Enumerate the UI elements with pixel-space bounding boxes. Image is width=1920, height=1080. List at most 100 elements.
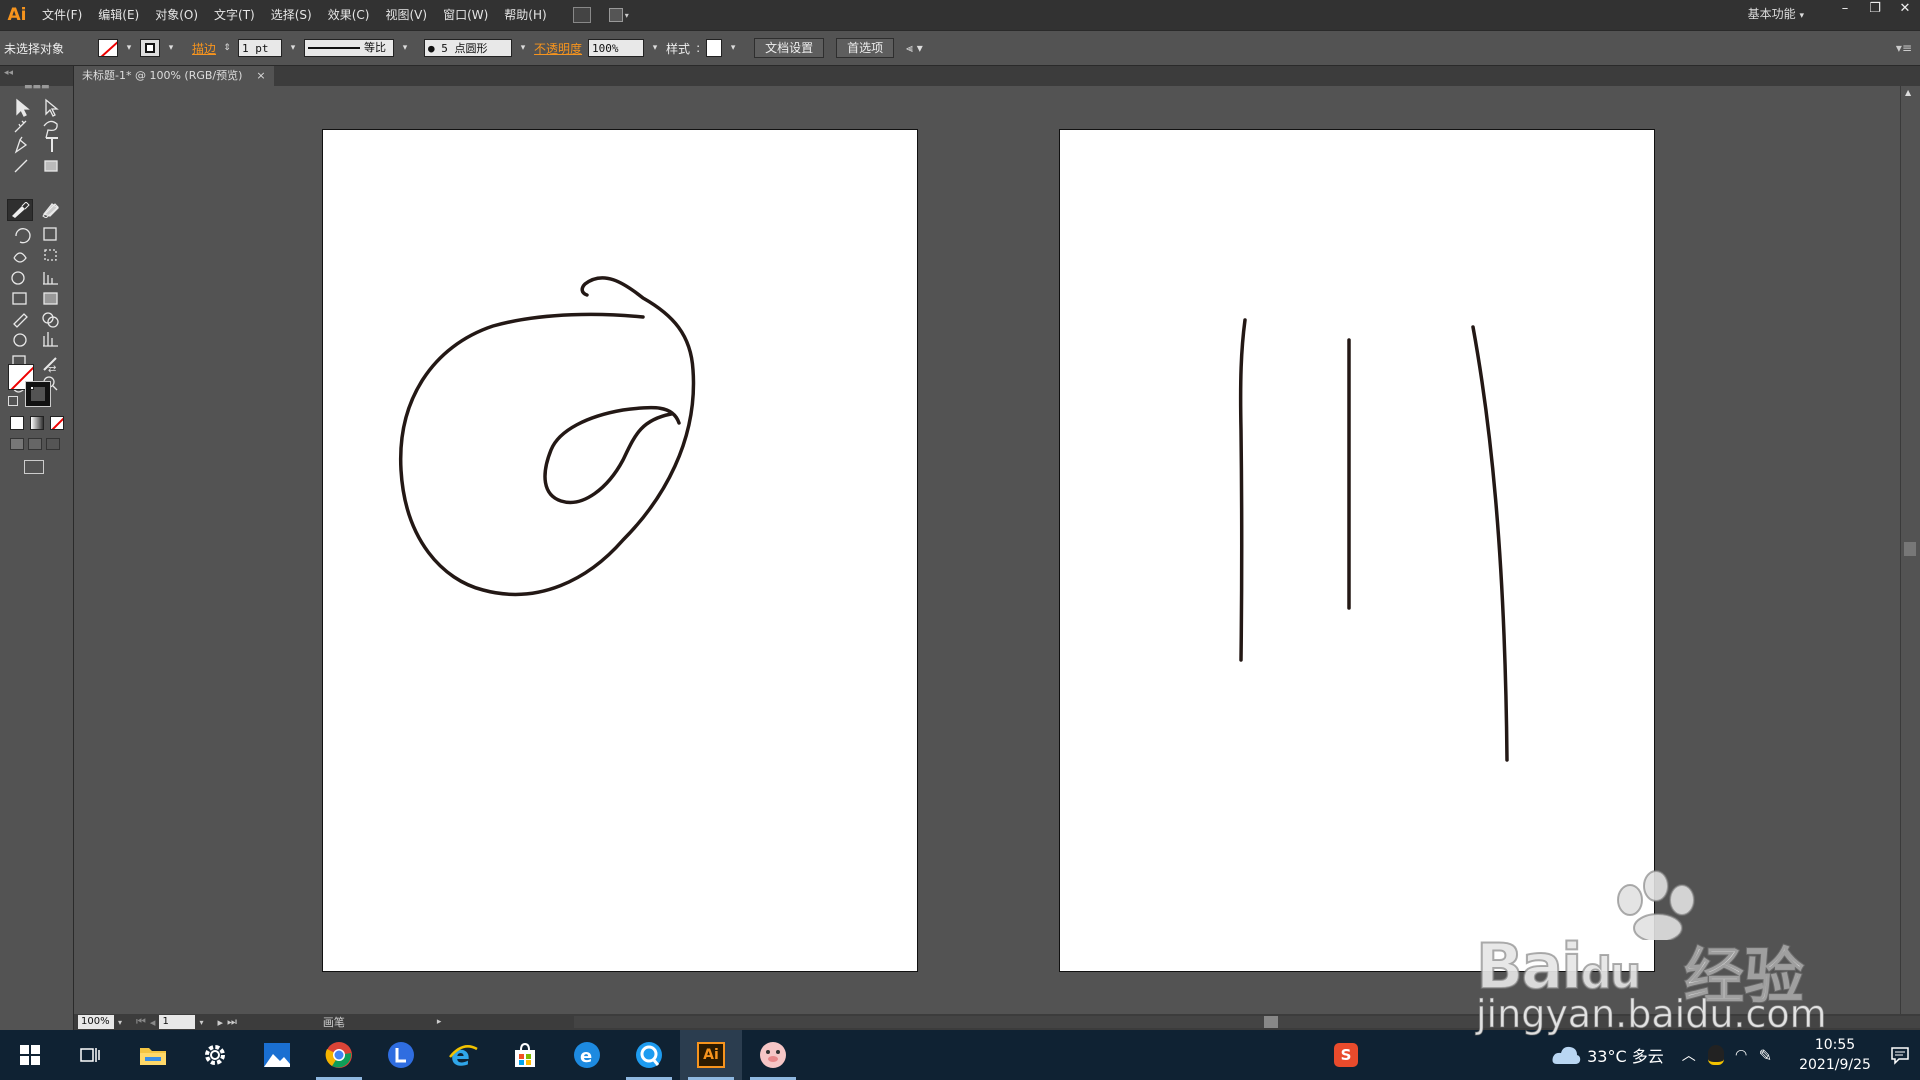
document-tab[interactable]: 未标题-1* @ 100% (RGB/预览) × <box>74 66 274 86</box>
gradient-mode-icon[interactable] <box>30 416 44 430</box>
zoom-dropdown-icon[interactable]: ▾ <box>118 1018 122 1027</box>
stroke-label[interactable]: 描边 <box>192 40 216 57</box>
menu-edit[interactable]: 编辑(E) <box>90 0 147 30</box>
notification-center-icon[interactable] <box>1880 1045 1920 1065</box>
illustrator-button[interactable]: Ai <box>680 1030 742 1080</box>
edge-button[interactable]: e <box>556 1030 618 1080</box>
selection-tool-icon <box>16 98 30 117</box>
q-browser-button[interactable] <box>618 1030 680 1080</box>
horizontal-scroll-thumb[interactable] <box>1264 1016 1278 1028</box>
file-explorer-button[interactable] <box>122 1030 184 1080</box>
close-button[interactable]: ✕ <box>1890 0 1920 18</box>
fill-swatch[interactable] <box>98 39 119 57</box>
style-dropdown-icon[interactable]: ▾ <box>728 39 738 57</box>
restore-button[interactable]: ❐ <box>1860 0 1890 18</box>
tools-panel-grip[interactable]: ◂◂ ▬▬▬ <box>0 66 73 92</box>
menu-file[interactable]: 文件(F) <box>34 0 90 30</box>
chrome-icon <box>325 1042 352 1068</box>
prev-artboard-icon[interactable]: ◂ <box>150 1016 156 1029</box>
opacity-dropdown-icon[interactable]: ▾ <box>650 39 660 57</box>
panel-menu-icon[interactable]: ▾≡ <box>1896 41 1912 55</box>
draw-mode-icons[interactable] <box>10 438 66 452</box>
arrange-documents-icon[interactable]: ▾ <box>608 7 635 23</box>
menu-window[interactable]: 窗口(W) <box>435 0 496 30</box>
artboard-2[interactable] <box>1059 129 1655 972</box>
rectangle-tool-icon <box>44 160 58 172</box>
chrome-button[interactable] <box>308 1030 370 1080</box>
control-bar: 未选择对象 ▾ ▾ 描边 ⇕ 1 pt ▾ 等比 ▾ ● 5 点圆形 ▾ 不透明… <box>0 30 1920 66</box>
weather-text: 33°C 多云 <box>1587 1047 1664 1066</box>
stroke-stepper-icon[interactable]: ⇕ <box>222 39 232 57</box>
settings-button[interactable] <box>184 1030 246 1080</box>
cloud-icon <box>1552 1046 1581 1064</box>
stroke-weight-dropdown-icon[interactable]: ▾ <box>288 39 298 57</box>
menu-object[interactable]: 对象(O) <box>147 0 206 30</box>
menu-type[interactable]: 文字(T) <box>206 0 263 30</box>
task-view-button[interactable] <box>60 1030 122 1080</box>
warp-tool-icon <box>13 252 27 263</box>
face-app-button[interactable] <box>742 1030 804 1080</box>
menu-help[interactable]: 帮助(H) <box>496 0 554 30</box>
pencil-tool-icon[interactable] <box>38 199 64 221</box>
workspace-switcher[interactable]: 基本功能 ▾ <box>1748 0 1804 30</box>
paintbrush-tool-icon[interactable] <box>7 199 33 221</box>
next-artboard-icon[interactable]: ▸ <box>217 1016 223 1029</box>
align-icon[interactable]: ⫷ ▾ <box>906 41 923 56</box>
shape-builder-tool-icon <box>11 271 25 285</box>
column-graph-tool-icon <box>43 332 58 347</box>
watermark-url: jingyan.baidu.com <box>1476 992 1828 1037</box>
menu-select[interactable]: 选择(S) <box>263 0 320 30</box>
graphic-style-swatch[interactable] <box>706 39 723 57</box>
default-colors-icon[interactable] <box>8 396 18 406</box>
qq-icon[interactable] <box>1707 1045 1724 1065</box>
photos-button[interactable] <box>246 1030 308 1080</box>
tray-overflow-icon[interactable]: ︿ <box>1682 1045 1696 1065</box>
vertical-scrollbar[interactable]: ▲ <box>1900 86 1920 1014</box>
none-mode-icon[interactable] <box>50 416 64 430</box>
l-app-button[interactable] <box>370 1030 432 1080</box>
minimize-button[interactable]: – <box>1830 0 1860 18</box>
stroke-weight-field[interactable]: 1 pt <box>238 39 283 57</box>
first-artboard-icon[interactable]: ⏮ <box>136 1015 146 1029</box>
opacity-field[interactable]: 100% <box>588 39 645 57</box>
artboard-1[interactable] <box>322 129 918 972</box>
status-menu-icon[interactable]: ▸ <box>437 1017 442 1027</box>
stroke-swatch-large[interactable] <box>25 381 51 407</box>
bridge-icon[interactable] <box>572 7 591 23</box>
fill-dropdown-icon[interactable]: ▾ <box>124 39 134 57</box>
opacity-label[interactable]: 不透明度 <box>534 40 582 57</box>
brush-definition[interactable]: ● 5 点圆形 <box>424 39 513 57</box>
store-bag-icon <box>515 1042 535 1067</box>
pen-tool-icon <box>14 136 28 154</box>
screen-mode-icon[interactable] <box>24 460 44 474</box>
weather-widget[interactable]: 33°C 多云 <box>1551 1043 1664 1067</box>
clock[interactable]: 10:55 2021/9/25 <box>1790 1035 1880 1075</box>
artboard-dropdown-icon[interactable]: ▾ <box>199 1018 203 1027</box>
document-setup-button[interactable]: 文档设置 <box>754 38 825 58</box>
color-mode-icon[interactable] <box>10 416 24 430</box>
store-button[interactable] <box>494 1030 556 1080</box>
network-icon[interactable]: ◜◝ <box>1736 1047 1747 1063</box>
brush-dropdown-icon[interactable]: ▾ <box>518 39 528 57</box>
artboard-number-field[interactable]: 1 <box>159 1015 196 1029</box>
vertical-scroll-thumb[interactable] <box>1904 542 1916 556</box>
menu-effect[interactable]: 效果(C) <box>320 0 378 30</box>
stroke-dropdown-icon[interactable]: ▾ <box>166 39 176 57</box>
internet-explorer-button[interactable]: e <box>432 1030 494 1080</box>
preferences-button[interactable]: 首选项 <box>836 38 895 58</box>
close-tab-icon[interactable]: × <box>256 66 265 86</box>
swap-fill-stroke-icon[interactable]: ⇄ <box>48 364 56 375</box>
scroll-up-icon[interactable]: ▲ <box>1905 88 1911 97</box>
zoom-tool-icon <box>52 385 58 391</box>
zoom-field[interactable]: 100% <box>78 1015 114 1029</box>
baidu-jingyan-watermark: Baidu 经验 jingyan.baidu.com <box>1470 870 1830 1040</box>
profile-dropdown-icon[interactable]: ▾ <box>400 39 410 57</box>
scale-tool-icon <box>43 227 57 241</box>
menu-view[interactable]: 视图(V) <box>377 0 435 30</box>
sogou-ime-icon[interactable]: S <box>1334 1043 1358 1067</box>
stroke-swatch[interactable] <box>140 39 161 57</box>
last-artboard-icon[interactable]: ⏭ <box>227 1015 237 1029</box>
pen-workspace-icon[interactable]: ✎ <box>1759 1046 1772 1065</box>
variable-width-profile[interactable]: 等比 <box>304 39 395 57</box>
start-button[interactable] <box>0 1030 60 1080</box>
